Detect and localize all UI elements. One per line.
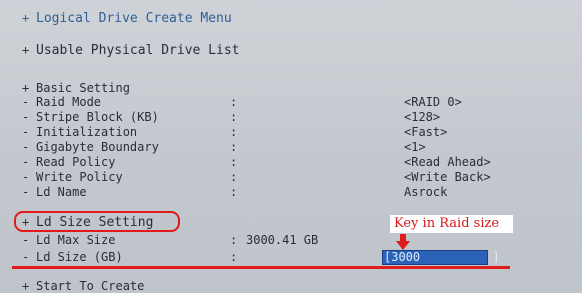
item-mark: - bbox=[22, 110, 30, 124]
item-mark: - bbox=[22, 140, 30, 154]
setting-row-initialization[interactable]: - Initialization : <Fast> bbox=[22, 124, 562, 140]
separator: : bbox=[230, 125, 238, 139]
setting-row-stripe-block[interactable]: - Stripe Block (KB) : <128> bbox=[22, 109, 562, 125]
separator: : bbox=[230, 155, 238, 169]
item-mark: - bbox=[22, 250, 30, 264]
setting-value[interactable]: <128> bbox=[404, 109, 440, 125]
separator: : bbox=[230, 170, 238, 184]
setting-row-read-policy[interactable]: - Read Policy : <Read Ahead> bbox=[22, 154, 562, 170]
item-mark: - bbox=[22, 170, 30, 184]
item-mark: - bbox=[22, 95, 30, 109]
separator: : bbox=[230, 233, 238, 247]
down-arrow-icon bbox=[396, 234, 410, 250]
ld-max-size-row: - Ld Max Size : 3000.41 GB bbox=[22, 232, 562, 248]
setting-row-ld-name[interactable]: - Ld Name : Asrock bbox=[22, 184, 562, 200]
setting-value[interactable]: <1> bbox=[404, 139, 426, 155]
setting-label: Write Policy bbox=[36, 170, 123, 184]
setting-value[interactable]: <RAID 0> bbox=[404, 94, 462, 110]
setting-value[interactable]: <Write Back> bbox=[404, 169, 491, 185]
separator: : bbox=[230, 140, 238, 154]
separator: : bbox=[230, 95, 238, 109]
setting-label: Gigabyte Boundary bbox=[36, 140, 159, 154]
item-mark: - bbox=[22, 125, 30, 139]
setting-label: Read Policy bbox=[36, 155, 116, 169]
ld-size-label: Ld Size (GB) bbox=[36, 250, 123, 264]
separator: : bbox=[230, 110, 238, 124]
annotation-label: Key in Raid size bbox=[390, 215, 513, 233]
setting-value[interactable]: <Fast> bbox=[404, 124, 447, 140]
setting-label: Raid Mode bbox=[36, 95, 102, 109]
menu-title-row[interactable]: + Logical Drive Create Menu bbox=[22, 10, 232, 26]
separator: : bbox=[230, 185, 238, 199]
menu-title: Logical Drive Create Menu bbox=[36, 11, 232, 26]
expand-mark: + bbox=[22, 11, 30, 25]
setting-value[interactable]: Asrock bbox=[404, 184, 447, 200]
bios-raid-screen: + Logical Drive Create Menu + Usable Physi… bbox=[0, 0, 582, 293]
physical-drive-list-label: Usable Physical Drive List bbox=[36, 43, 240, 58]
setting-row-raid-mode[interactable]: - Raid Mode : <RAID 0> bbox=[22, 94, 562, 110]
setting-label: Ld Name bbox=[36, 185, 87, 199]
start-create-label: Start To Create bbox=[36, 279, 145, 293]
setting-label: Stripe Block (KB) bbox=[36, 110, 159, 124]
ld-size-input[interactable]: [3000 ] bbox=[382, 250, 500, 265]
physical-drive-list-row[interactable]: + Usable Physical Drive List bbox=[22, 42, 240, 58]
highlight-circle bbox=[14, 211, 180, 232]
setting-row-gigabyte-boundary[interactable]: - Gigabyte Boundary : <1> bbox=[22, 139, 562, 155]
item-mark: - bbox=[22, 185, 30, 199]
expand-mark: + bbox=[22, 279, 30, 293]
expand-mark: + bbox=[22, 43, 30, 57]
ld-max-size-label: Ld Max Size bbox=[36, 233, 116, 247]
start-create-row[interactable]: + Start To Create bbox=[22, 278, 144, 293]
setting-row-write-policy[interactable]: - Write Policy : <Write Back> bbox=[22, 169, 562, 185]
setting-value[interactable]: <Read Ahead> bbox=[404, 154, 491, 170]
setting-label: Initialization bbox=[36, 125, 138, 139]
separator: : bbox=[230, 250, 238, 264]
basic-setting-label: Basic Setting bbox=[36, 81, 130, 95]
item-mark: - bbox=[22, 155, 30, 169]
item-mark: - bbox=[22, 233, 30, 247]
ld-max-size-value: 3000.41 GB bbox=[246, 233, 319, 247]
underline-highlight bbox=[12, 266, 510, 269]
